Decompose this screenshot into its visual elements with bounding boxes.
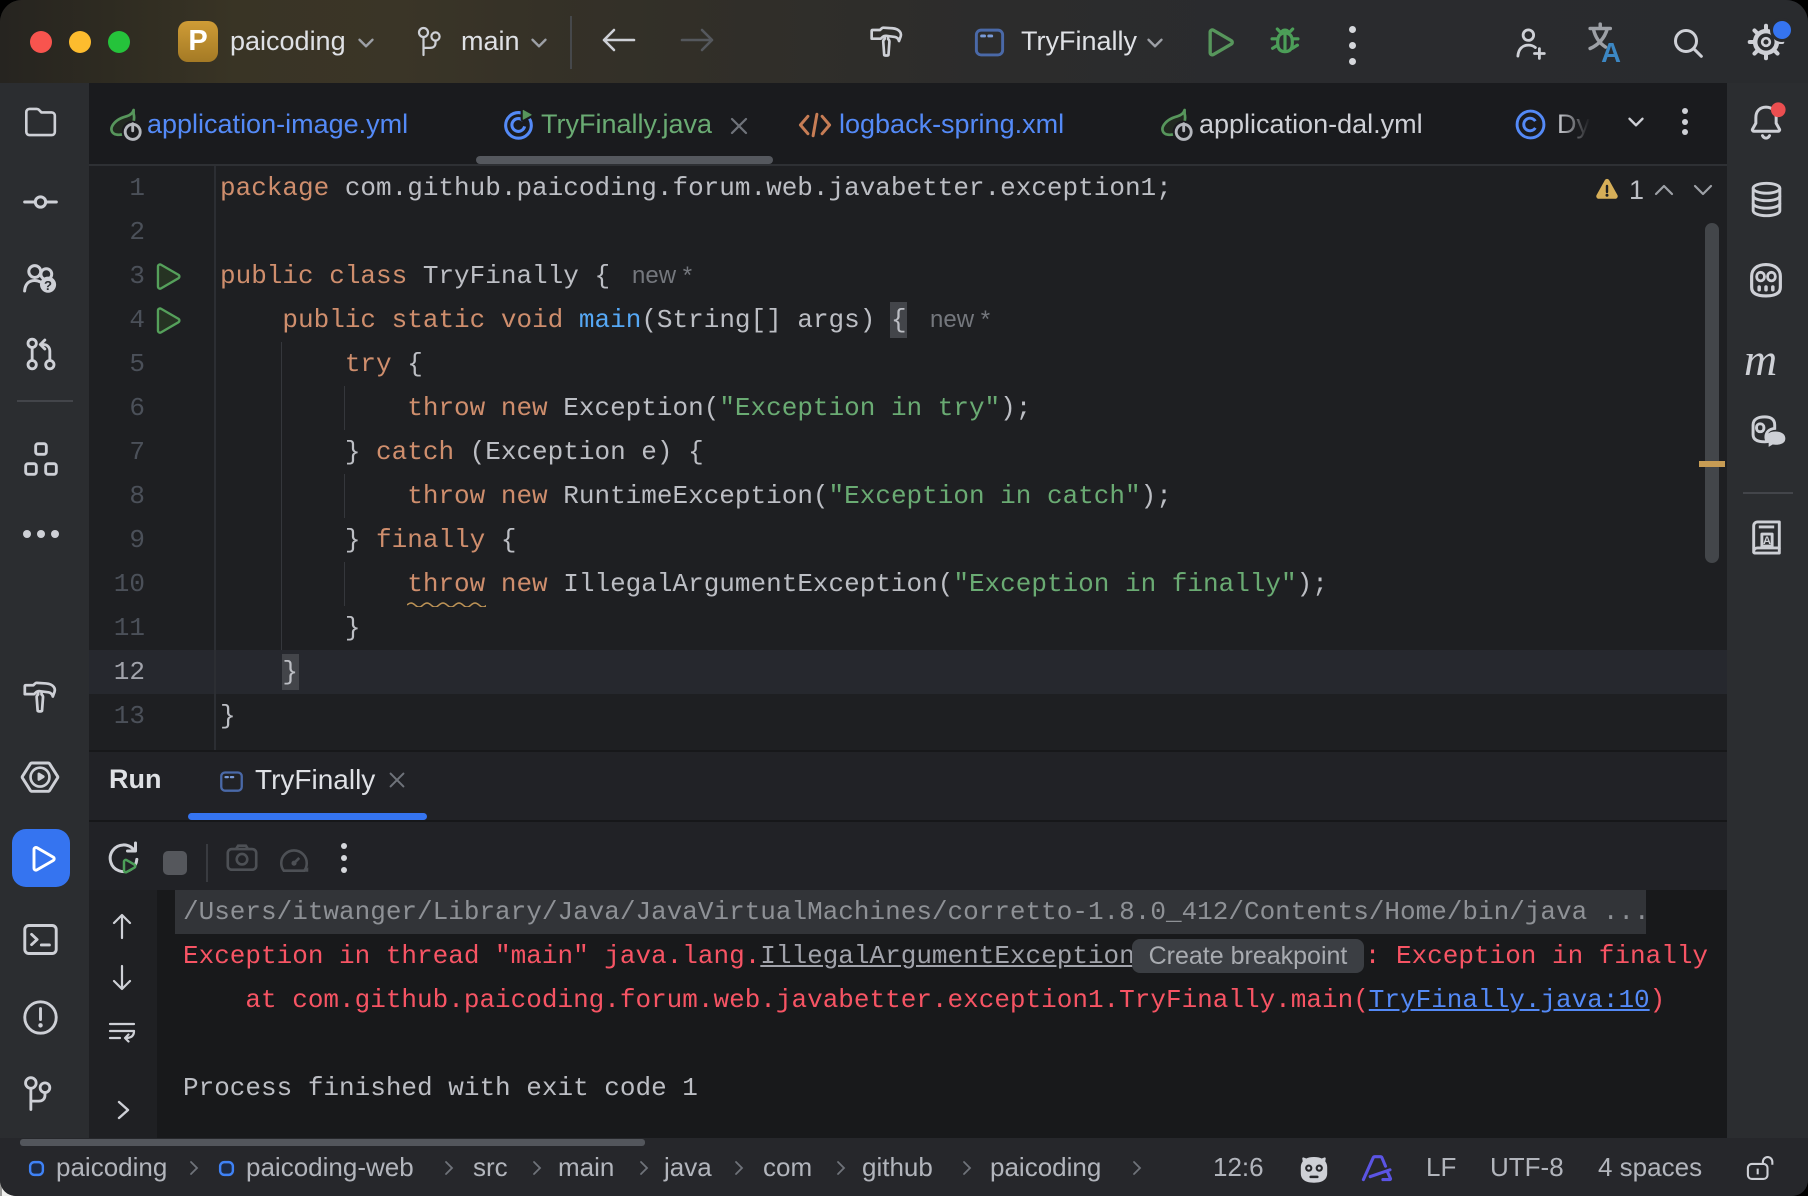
svg-text:A: A	[1601, 37, 1621, 66]
svg-text:?: ?	[44, 278, 52, 293]
